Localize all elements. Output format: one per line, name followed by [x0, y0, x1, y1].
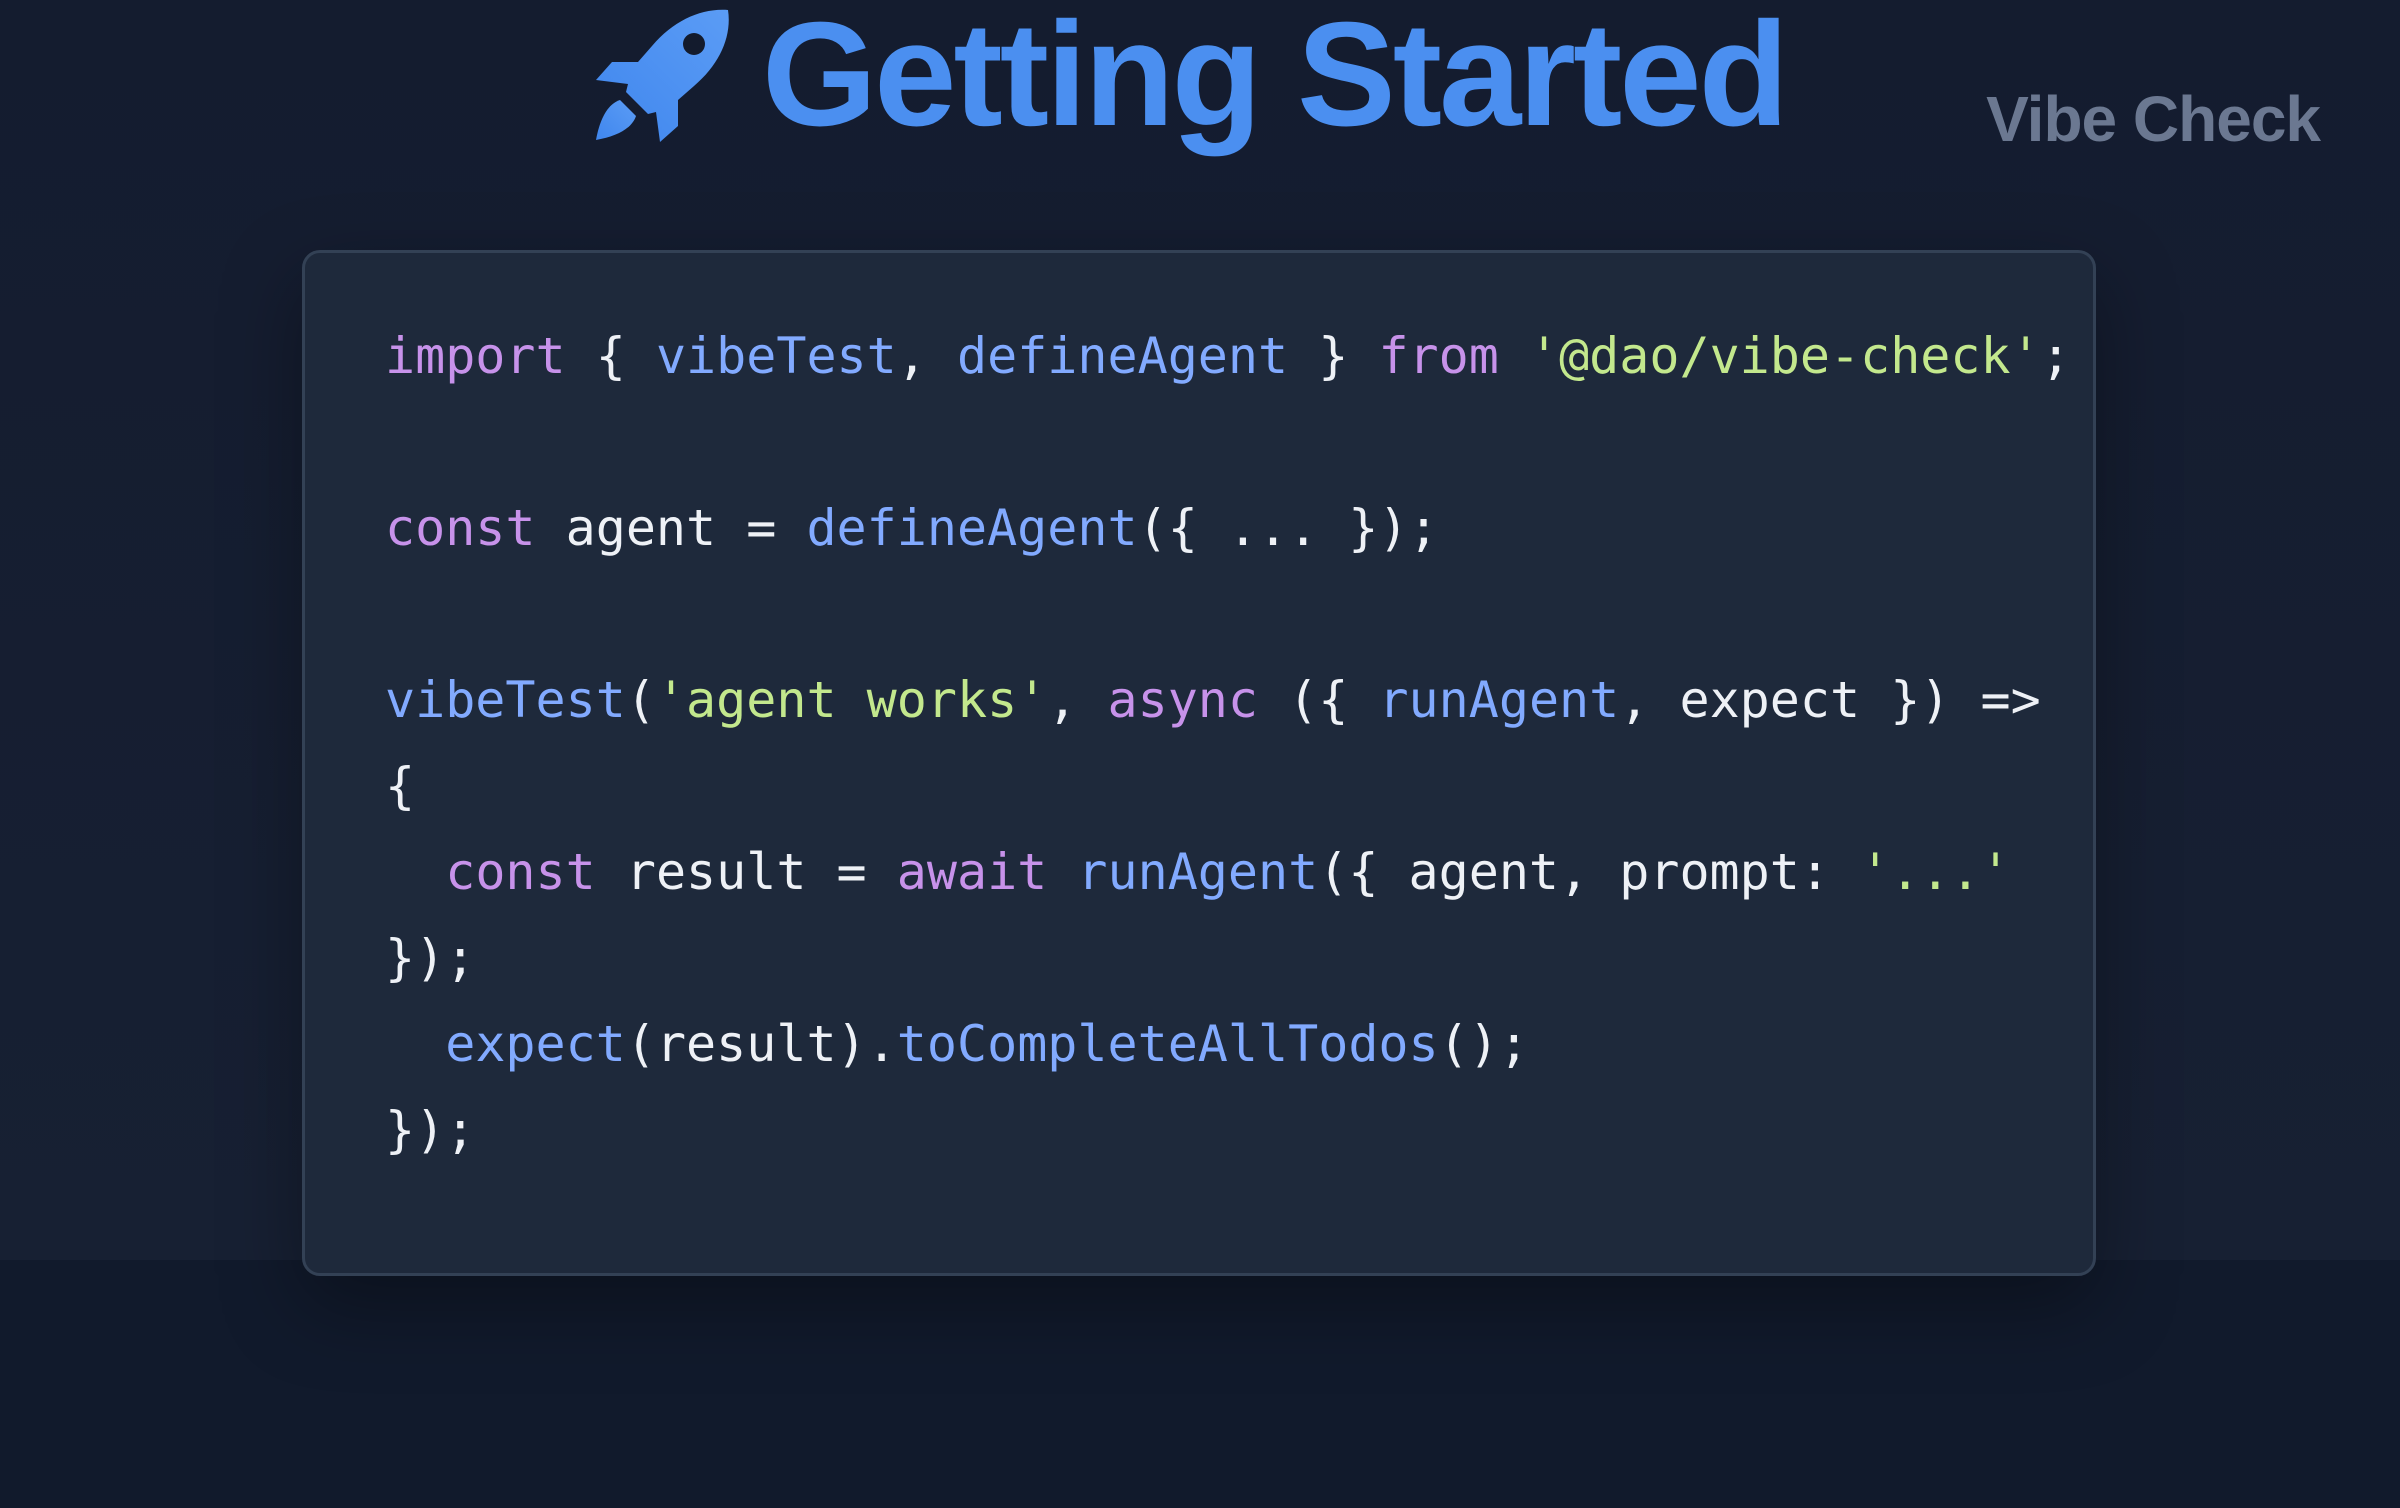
code-token: ( [625, 671, 656, 729]
code-token: ({ [1258, 671, 1379, 729]
code-token: ({ ... }); [1137, 499, 1439, 557]
code-line: import { vibeTest, defineAgent } from '@… [385, 313, 2071, 399]
code-token: runAgent [1077, 843, 1319, 901]
code-line: }); [385, 915, 2071, 1001]
code-token: ; [2040, 327, 2071, 385]
code-token: }); [385, 929, 476, 987]
code-token: (); [1438, 1015, 1529, 1073]
code-line: vibeTest('agent works', async ({ runAgen… [385, 657, 2071, 743]
code-token: { [565, 327, 656, 385]
code-token: '@dao/vibe-check' [1528, 327, 2041, 385]
code-line: const agent = defineAgent({ ... }); [385, 485, 2071, 571]
code-token: agent = [535, 499, 807, 557]
code-token: { [385, 757, 416, 815]
code-token: (result). [625, 1015, 897, 1073]
code-card: import { vibeTest, defineAgent } from '@… [302, 250, 2096, 1276]
brand-label: Vibe Check [1986, 83, 2321, 155]
code-line: expect(result).toCompleteAllTodos(); [385, 1001, 2071, 1087]
code-token: toCompleteAllTodos [896, 1015, 1439, 1073]
code-token: expect [445, 1015, 626, 1073]
rocket-icon [596, 9, 729, 142]
code-token: , [1047, 671, 1108, 729]
code-token: '...' [1860, 843, 2011, 901]
code-token: vibeTest [385, 671, 626, 729]
code-token: vibeTest [655, 327, 897, 385]
page-title: Getting Started [762, 0, 1789, 157]
page-footer-band [0, 1260, 2400, 1508]
code-token: import [385, 327, 566, 385]
code-token: defineAgent [956, 327, 1289, 385]
code-token: ({ agent, prompt: [1318, 843, 1861, 901]
code-token: }); [385, 1101, 476, 1159]
code-token: result = [595, 843, 897, 901]
code-token: await [896, 843, 1048, 901]
code-line: const result = await runAgent({ agent, p… [385, 829, 2071, 915]
code-token: , [896, 327, 957, 385]
code-token: 'agent works' [655, 671, 1048, 729]
code-token: runAgent [1378, 671, 1620, 729]
code-token: const [445, 843, 596, 901]
code-token: , expect }) => [1619, 671, 2041, 729]
code-token: } [1288, 327, 1379, 385]
code-line: }); [385, 1087, 2071, 1173]
code-line: { [385, 743, 2071, 829]
code-token: async [1107, 671, 1259, 729]
code-token: from [1378, 327, 1499, 385]
code-token: const [385, 499, 536, 557]
title-row: Getting Started [590, 0, 1789, 157]
code-token: defineAgent [806, 499, 1138, 557]
code-block: import { vibeTest, defineAgent } from '@… [385, 313, 2071, 1173]
